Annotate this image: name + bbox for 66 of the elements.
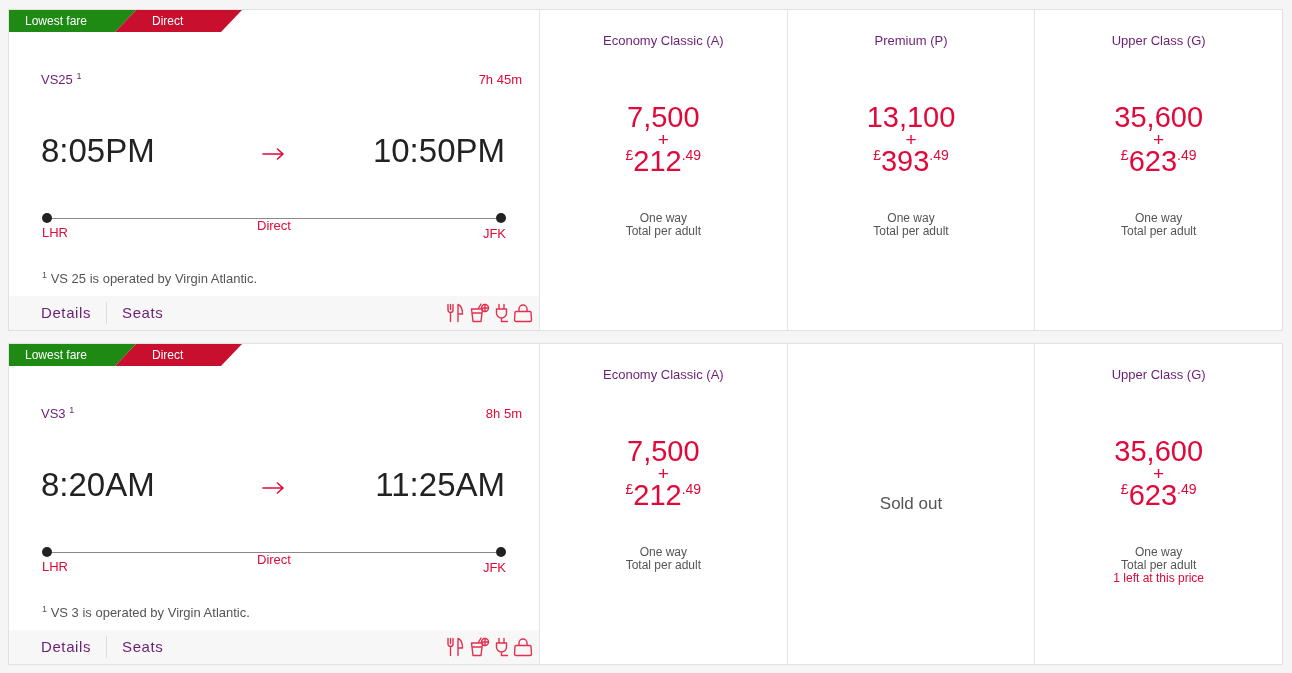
plus-sign: + — [1153, 468, 1165, 480]
cabin-name: Economy Classic (A) — [603, 33, 724, 49]
plus-sign: + — [1153, 134, 1165, 146]
bag-icon — [513, 637, 533, 657]
plus-sign: + — [905, 134, 917, 146]
cash-price[interactable]: $^{£}$393$^{.49}$ — [873, 146, 949, 176]
route-type: Direct — [257, 553, 291, 567]
trip-type: One way — [1135, 546, 1183, 559]
departure-time: 8:20AM — [41, 465, 155, 505]
trip-type: One way — [887, 212, 935, 225]
departure-time: 8:05PM — [41, 131, 155, 171]
arrival-time: 10:50PM — [372, 131, 505, 171]
cabin-name: Upper Class (G) — [1111, 33, 1206, 49]
flight-number: VS3 $^{1}$ — [41, 406, 75, 422]
seats-link[interactable]: Seats — [122, 304, 164, 322]
cutlery-icon — [446, 637, 466, 657]
arrow-right-icon — [262, 482, 284, 494]
trip-type: One way — [639, 212, 687, 225]
points-price[interactable]: 7,500 — [627, 436, 700, 466]
cash-price[interactable]: $^{£}$623$^{.49}$ — [1120, 146, 1197, 176]
fare-basis: Total per adult — [1120, 559, 1197, 572]
cash-price[interactable]: $^{£}$212$^{.49}$ — [625, 146, 702, 176]
flight-number: VS25 $^{1}$ — [41, 72, 82, 88]
origin-code: LHR — [42, 225, 68, 240]
fare-basis: Total per adult — [873, 225, 949, 238]
origin-code: LHR — [42, 559, 68, 574]
plug-icon — [494, 303, 509, 323]
destination-code: JFK — [482, 226, 506, 241]
flight-duration: 8h 5m — [485, 406, 522, 422]
operator-footnote: $^{1}$ VS 3 is operated by Virgin Atlantic. — [42, 605, 250, 621]
cabin-name: Economy Classic (A) — [603, 367, 724, 383]
sold-out-label: Sold out — [879, 494, 943, 514]
fare-basis: Total per adult — [625, 225, 701, 238]
plug-icon — [494, 637, 509, 657]
trip-type: One way — [639, 546, 687, 559]
cutlery-icon — [446, 303, 466, 323]
route-tag: Direct — [115, 344, 242, 366]
trip-type: One way — [1135, 212, 1183, 225]
details-link[interactable]: Details — [41, 638, 92, 656]
drink-icon — [470, 303, 490, 323]
arrival-time: 11:25AM — [375, 465, 505, 505]
plus-sign: + — [657, 468, 669, 480]
fare-basis: Total per adult — [1120, 225, 1197, 238]
fare-basis: Total per adult — [625, 559, 701, 572]
seats-left-note: 1 left at this price — [1113, 572, 1204, 585]
plus-sign: + — [657, 134, 669, 146]
arrow-right-icon — [262, 148, 284, 160]
cash-price[interactable]: $^{£}$212$^{.49}$ — [625, 480, 702, 510]
route-type: Direct — [257, 219, 291, 233]
points-price[interactable]: 13,100 — [866, 102, 956, 132]
cash-price[interactable]: $^{£}$623$^{.49}$ — [1120, 480, 1197, 510]
drink-icon — [470, 637, 490, 657]
fare-tag: Lowest fare — [9, 344, 136, 366]
seats-link[interactable]: Seats — [122, 638, 164, 656]
destination-code: JFK — [482, 560, 506, 575]
cabin-name: Upper Class (G) — [1111, 367, 1206, 383]
flight-duration: 7h 45m — [478, 72, 522, 88]
points-price[interactable]: 35,600 — [1114, 436, 1203, 466]
points-price[interactable]: 35,600 — [1114, 102, 1203, 132]
details-link[interactable]: Details — [41, 304, 92, 322]
cabin-name: Premium (P) — [874, 33, 948, 49]
operator-footnote: $^{1}$ VS 25 is operated by Virgin Atlantic. — [42, 271, 258, 287]
points-price[interactable]: 7,500 — [627, 102, 700, 132]
bag-icon — [513, 303, 533, 323]
fare-tag: Lowest fare — [9, 10, 136, 32]
route-tag: Direct — [115, 10, 242, 32]
